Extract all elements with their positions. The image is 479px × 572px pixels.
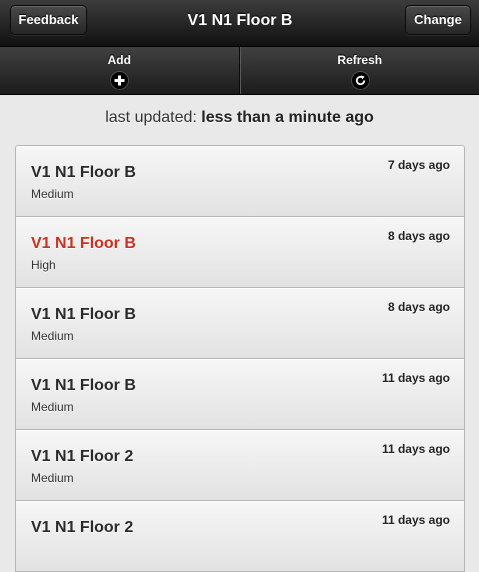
refresh-button[interactable]: Refresh <box>240 47 479 94</box>
report-list: V1 N1 Floor B Medium 7 days ago V1 N1 Fl… <box>15 145 465 572</box>
report-location: V1 N1 Floor B <box>31 377 136 395</box>
report-priority: Medium <box>31 329 74 343</box>
list-item[interactable]: V1 N1 Floor B High 8 days ago <box>16 217 464 288</box>
report-priority: Medium <box>31 400 74 414</box>
report-age: 11 days ago <box>382 442 450 456</box>
report-age: 7 days ago <box>388 158 450 172</box>
list-item[interactable]: V1 N1 Floor B Medium 7 days ago <box>16 146 464 217</box>
add-button[interactable]: Add <box>0 47 240 94</box>
report-priority: Medium <box>31 187 74 201</box>
report-age: 11 days ago <box>382 371 450 385</box>
report-location: V1 N1 Floor B <box>31 235 136 253</box>
report-priority: High <box>31 258 56 272</box>
add-label: Add <box>0 53 239 67</box>
report-age: 8 days ago <box>388 229 450 243</box>
last-updated-status: last updated: less than a minute ago <box>0 96 479 142</box>
list-item[interactable]: V1 N1 Floor 2 Medium 11 days ago <box>16 430 464 501</box>
report-priority: Medium <box>31 471 74 485</box>
change-button[interactable]: Change <box>405 5 471 35</box>
header-bar: Feedback V1 N1 Floor B Change <box>0 0 479 47</box>
report-location: V1 N1 Floor 2 <box>31 448 133 466</box>
list-item[interactable]: V1 N1 Floor B Medium 11 days ago <box>16 359 464 430</box>
page-title: V1 N1 Floor B <box>110 0 370 42</box>
list-item[interactable]: V1 N1 Floor B Medium 8 days ago <box>16 288 464 359</box>
list-item[interactable]: V1 N1 Floor 2 11 days ago <box>16 501 464 572</box>
report-age: 8 days ago <box>388 300 450 314</box>
report-location: V1 N1 Floor B <box>31 164 136 182</box>
plus-icon <box>111 72 128 89</box>
nav-bar: Add Refresh <box>0 47 479 95</box>
report-location: V1 N1 Floor 2 <box>31 519 133 537</box>
refresh-icon <box>352 72 369 89</box>
report-age: 11 days ago <box>382 513 450 527</box>
report-location: V1 N1 Floor B <box>31 306 136 324</box>
feedback-button[interactable]: Feedback <box>10 5 87 35</box>
last-updated-label: last updated: <box>105 109 197 126</box>
last-updated-value: less than a minute ago <box>201 109 373 126</box>
refresh-label: Refresh <box>241 53 479 67</box>
